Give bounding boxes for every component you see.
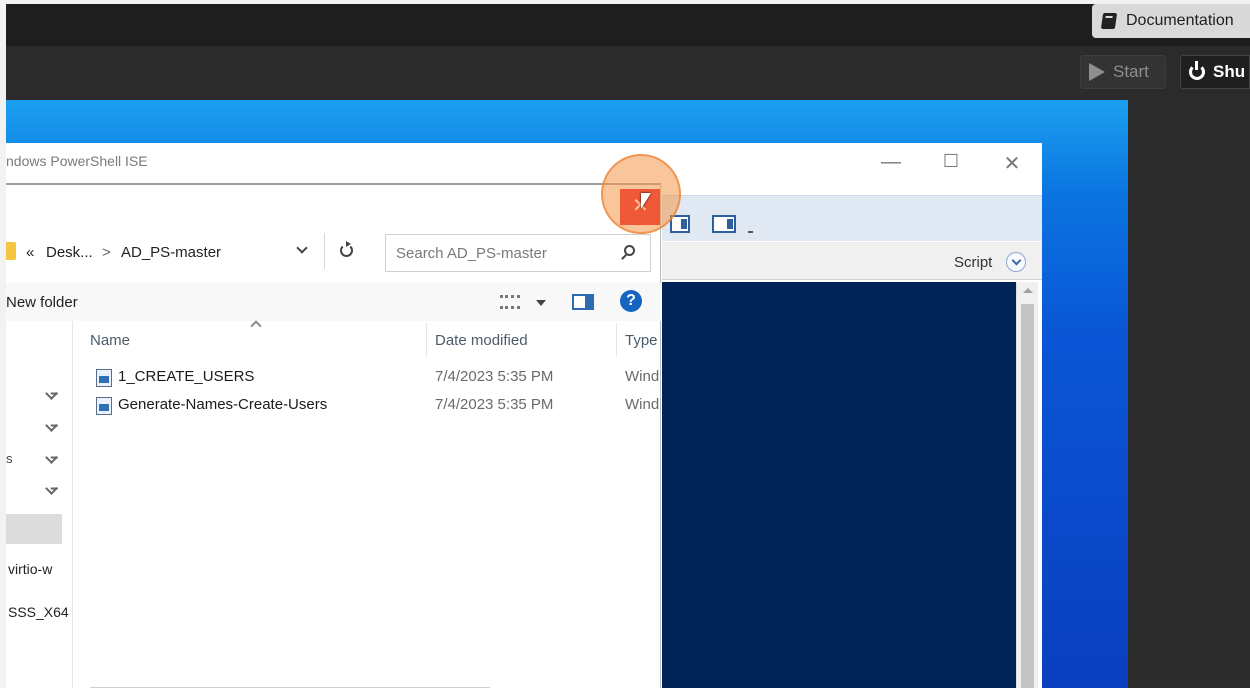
breadcrumb-separator: > <box>102 244 111 261</box>
search-icon[interactable] <box>624 245 635 256</box>
documentation-button[interactable]: Documentation <box>1092 4 1250 38</box>
script-scrollbar[interactable] <box>1016 282 1038 688</box>
help-icon[interactable]: ? <box>620 290 642 312</box>
view-dropdown-icon[interactable] <box>536 300 546 306</box>
file-date: 7/4/2023 5:35 PM <box>435 396 554 413</box>
book-icon <box>1100 13 1118 29</box>
start-label: Start <box>1113 62 1149 81</box>
file-name: Generate-Names-Create-Users <box>118 396 328 413</box>
nav-divider <box>324 233 325 269</box>
play-icon <box>1089 63 1105 81</box>
documentation-label: Documentation <box>1126 12 1234 29</box>
command-bar <box>6 283 661 321</box>
file-type: Wind <box>625 396 660 413</box>
column-header-name[interactable]: Name <box>90 332 130 349</box>
search-input[interactable]: Search AD_PS-master <box>385 234 651 272</box>
breadcrumb-current[interactable]: AD_PS-master <box>121 244 221 261</box>
sort-ascending-icon <box>250 320 262 332</box>
powershell-file-icon <box>96 397 112 415</box>
nav-item-virtio[interactable]: virtio-w <box>8 561 52 577</box>
new-folder-button[interactable]: New folder <box>6 294 78 311</box>
ise-minimize-button[interactable]: — <box>881 151 901 174</box>
host-button-bar <box>6 46 1250 100</box>
start-button[interactable]: Start <box>1080 55 1166 89</box>
ise-maximize-button[interactable]: ☐ <box>941 151 961 172</box>
view-options-icon[interactable] <box>500 295 520 309</box>
scroll-thumb[interactable] <box>1021 304 1034 688</box>
host-top-bar <box>6 4 1250 46</box>
scroll-up-icon[interactable] <box>1023 288 1033 293</box>
file-type: Wind <box>625 368 660 385</box>
toolbar-overflow-icon[interactable] <box>748 231 753 233</box>
file-row[interactable]: 1_CREATE_USERS 7/4/2023 5:35 PM Wind <box>90 365 661 391</box>
navigation-pane <box>6 321 72 688</box>
ise-window-title: ndows PowerShell ISE <box>6 153 148 169</box>
breadcrumb-overflow[interactable]: « <box>26 244 34 261</box>
shutdown-label: Shu <box>1213 62 1246 81</box>
file-row[interactable]: Generate-Names-Create-Users 7/4/2023 5:3… <box>90 393 661 419</box>
script-pane[interactable] <box>662 282 1016 688</box>
folder-icon <box>6 242 16 260</box>
open-file-dialog: « Desk... > AD_PS-master Search AD_PS-ma… <box>6 183 661 688</box>
chevron-down-icon[interactable] <box>1006 252 1026 272</box>
screenshot-frame: Documentation Start Shu ndows PowerShell… <box>0 0 1250 688</box>
column-header-type[interactable]: Type <box>625 332 658 349</box>
script-toggle-label[interactable]: Script <box>954 254 992 271</box>
column-header-date[interactable]: Date modified <box>435 332 528 349</box>
nav-item-selected[interactable] <box>6 514 62 544</box>
column-divider[interactable] <box>616 323 617 357</box>
search-placeholder: Search AD_PS-master <box>396 245 547 262</box>
shutdown-button[interactable]: Shu <box>1180 55 1250 89</box>
show-script-right-icon[interactable] <box>712 215 736 233</box>
preview-pane-icon[interactable] <box>572 294 594 310</box>
power-icon <box>1189 61 1205 80</box>
file-date: 7/4/2023 5:35 PM <box>435 368 554 385</box>
mouse-cursor-icon <box>641 193 651 209</box>
refresh-icon[interactable] <box>340 241 353 257</box>
breadcrumb-desktop[interactable]: Desk... <box>46 244 93 261</box>
host-right-panel <box>1128 100 1250 688</box>
powershell-file-icon <box>96 369 112 387</box>
nav-item-sss-x64[interactable]: SSS_X64 <box>8 604 69 620</box>
nav-item-fragment[interactable]: s <box>6 451 13 466</box>
column-divider[interactable] <box>426 323 427 357</box>
ise-close-button[interactable]: ✕ <box>1002 151 1022 176</box>
pane-divider <box>72 321 73 688</box>
file-name: 1_CREATE_USERS <box>118 368 255 385</box>
